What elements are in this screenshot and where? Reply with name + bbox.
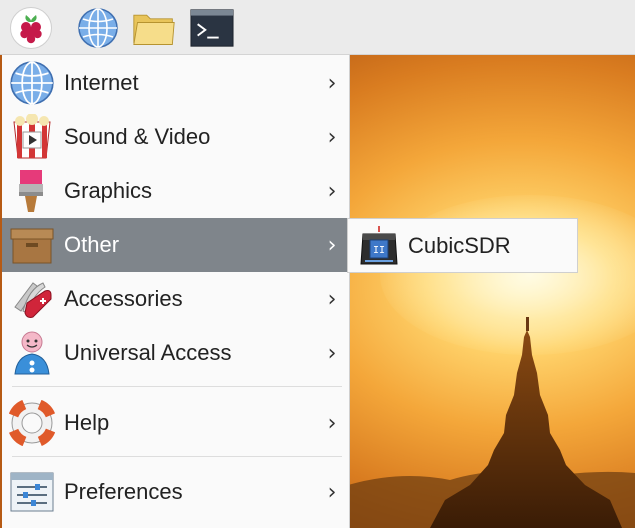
menu-item-universal-access[interactable]: Universal Access › xyxy=(2,326,348,380)
top-panel xyxy=(0,0,635,55)
chevron-right-icon: › xyxy=(327,410,337,436)
menu-item-internet[interactable]: Internet › xyxy=(2,56,348,110)
submenu-item-cubicsdr[interactable]: II CubicSDR xyxy=(348,219,577,272)
menu-item-label: Internet xyxy=(64,70,139,95)
menu-separator xyxy=(12,456,342,457)
menu-item-preferences[interactable]: Preferences › xyxy=(2,465,348,519)
paintbrush-icon xyxy=(8,167,56,215)
terminal-icon xyxy=(190,9,234,47)
menu-item-label: Accessories xyxy=(64,286,183,311)
chevron-right-icon: › xyxy=(327,70,337,96)
svg-text:II: II xyxy=(373,245,385,256)
swiss-knife-icon xyxy=(8,275,56,323)
menu-item-other[interactable]: Other › xyxy=(2,218,348,272)
menu-item-help[interactable]: Help › xyxy=(2,396,348,450)
raspberry-icon xyxy=(20,15,42,44)
file-manager-button[interactable] xyxy=(132,6,176,50)
cubicsdr-icon: II xyxy=(356,222,402,270)
menu-item-label: Other xyxy=(64,232,120,257)
raspberry-menu-button[interactable] xyxy=(10,7,52,49)
menu-separator xyxy=(12,386,342,387)
chevron-right-icon: › xyxy=(327,286,337,312)
menu-item-graphics[interactable]: Graphics › xyxy=(2,164,348,218)
menu-item-label: Graphics xyxy=(64,178,153,203)
submenu-item-label: CubicSDR xyxy=(408,232,511,258)
applications-menu: Internet › Sound & Video › Graphics › Ot… xyxy=(2,55,350,528)
chevron-right-icon: › xyxy=(327,340,337,366)
chevron-right-icon: › xyxy=(327,124,337,150)
lifebuoy-icon xyxy=(8,399,56,447)
settings-sliders-icon xyxy=(8,468,56,516)
menu-item-label: Sound & Video xyxy=(64,124,211,149)
menu-item-sound-video[interactable]: Sound & Video › xyxy=(2,110,348,164)
chevron-right-icon: › xyxy=(327,178,337,204)
chevron-right-icon: › xyxy=(327,479,337,505)
web-browser-button[interactable] xyxy=(76,6,120,50)
globe-icon xyxy=(78,8,118,48)
folder-icon xyxy=(133,14,175,45)
menu-item-label: Universal Access xyxy=(64,340,232,365)
menu-item-label: Preferences xyxy=(64,479,183,504)
chevron-right-icon: › xyxy=(327,232,337,258)
menu-item-label: Help xyxy=(64,410,110,435)
popcorn-icon xyxy=(8,113,56,161)
menu-item-accessories[interactable]: Accessories › xyxy=(2,272,348,326)
other-submenu: II CubicSDR xyxy=(347,218,578,273)
globe-icon xyxy=(8,59,56,107)
accessibility-person-icon xyxy=(8,329,56,377)
terminal-button[interactable] xyxy=(190,6,234,50)
box-icon xyxy=(8,221,56,269)
